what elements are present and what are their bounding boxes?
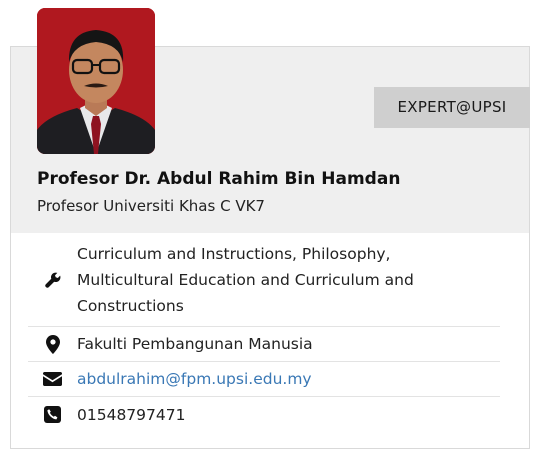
profile-photo	[37, 8, 155, 154]
expert-badge: EXPERT@UPSI	[374, 87, 530, 128]
email-link[interactable]: abdulrahim@fpm.upsi.edu.my	[77, 366, 312, 392]
phone-icon	[28, 406, 77, 423]
map-marker-icon	[28, 334, 77, 354]
expert-name: Profesor Dr. Abdul Rahim Bin Hamdan	[37, 169, 401, 189]
phone-text: 01548797471	[77, 405, 186, 424]
expert-title: Profesor Universiti Khas C VK7	[37, 197, 265, 215]
phone-row: 01548797471	[28, 397, 500, 432]
faculty-row: Fakulti Pembangunan Manusia	[28, 327, 500, 362]
faculty-text: Fakulti Pembangunan Manusia	[77, 335, 313, 353]
contact-details-list: Curriculum and Instructions, Philosophy,…	[28, 234, 500, 432]
email-row: abdulrahim@fpm.upsi.edu.my	[28, 362, 500, 397]
expertise-text: Curriculum and Instructions, Philosophy,…	[77, 245, 414, 315]
expertise-row: Curriculum and Instructions, Philosophy,…	[28, 234, 500, 327]
envelope-icon	[28, 372, 77, 386]
wrench-icon	[28, 271, 77, 289]
